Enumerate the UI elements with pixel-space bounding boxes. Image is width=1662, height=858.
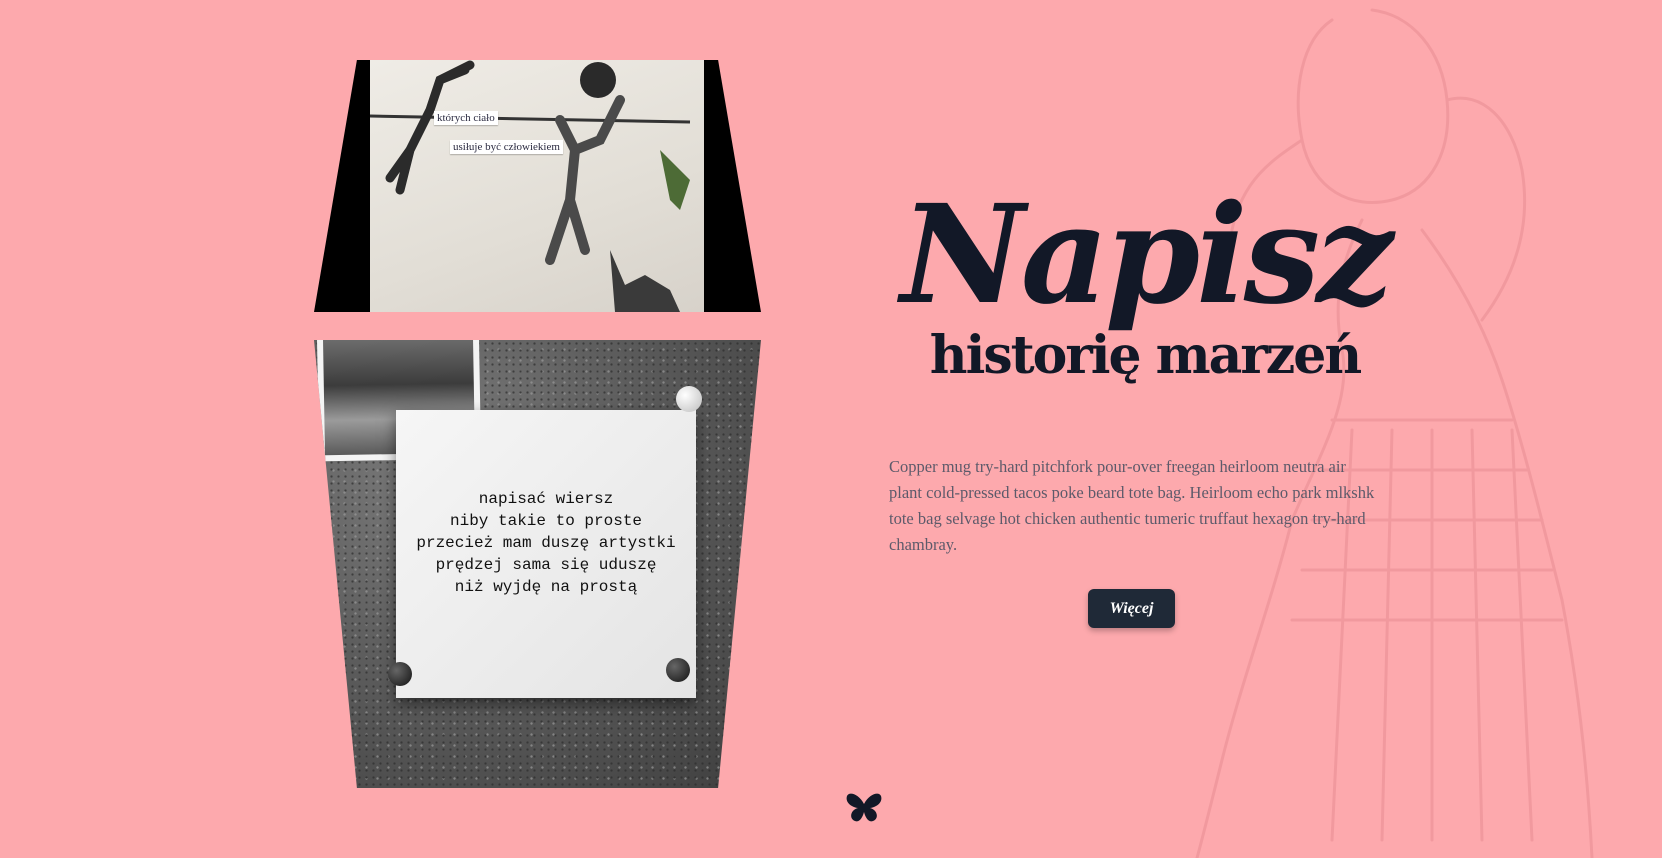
more-button[interactable]: Więcej: [1088, 589, 1175, 628]
collage-caption-2: usiłuje być człowiekiem: [450, 140, 563, 154]
poem-text: napisać wiersz niby takie to proste prze…: [396, 488, 696, 598]
hero-description: Copper mug try-hard pitchfork pour-over …: [889, 457, 1375, 554]
pushpin-white-icon: [676, 386, 702, 412]
image-corkboard-bottom: napisać wiersz niby takie to proste prze…: [314, 340, 761, 788]
hero-subtitle: historię marzeń: [929, 325, 1362, 386]
poem-line: niż wyjdę na prostą: [454, 578, 638, 596]
background-illustration: [1195, 8, 1594, 858]
pushpin-dark-icon: [388, 662, 412, 686]
pushpin-dark-icon: [666, 658, 690, 682]
hero-title: Napisz: [900, 175, 1394, 335]
poem-line: niby takie to proste: [449, 512, 643, 530]
image-collage-top: których ciało usiłuje być człowiekiem: [314, 60, 761, 312]
photo-acrobats: których ciało usiłuje być człowiekiem: [370, 60, 704, 312]
acrobats-illustration: [370, 60, 700, 312]
collage-caption-1: których ciało: [434, 111, 498, 125]
poem-paper: napisać wiersz niby takie to proste prze…: [396, 410, 696, 698]
butterfly-icon[interactable]: [845, 792, 883, 824]
poem-line: prędzej sama się uduszę: [435, 556, 657, 574]
poem-line: przecież mam duszę artystki: [416, 534, 676, 552]
hero-heading: Napisz historię marzeń: [860, 180, 1420, 386]
poem-line: napisać wiersz: [478, 490, 614, 508]
